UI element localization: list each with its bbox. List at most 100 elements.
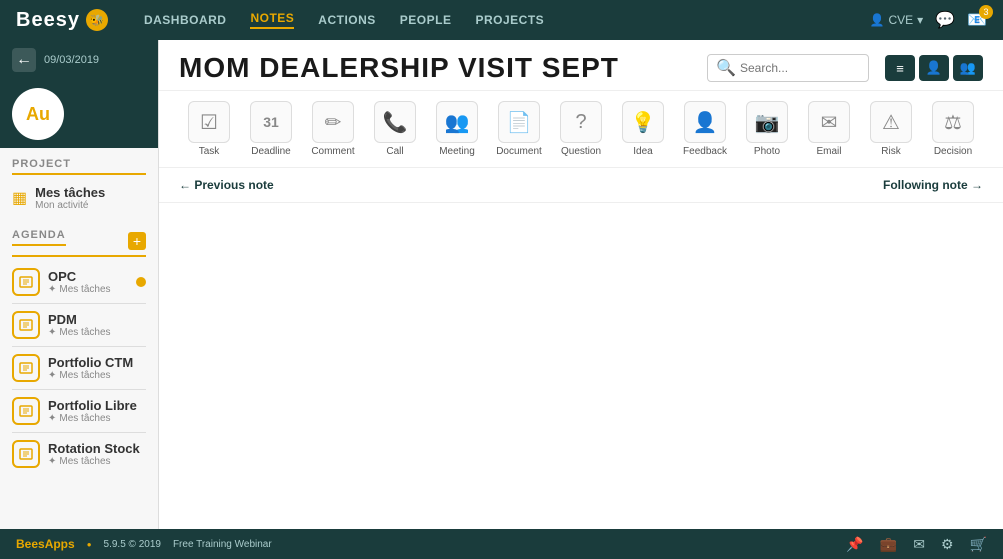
agenda-item-sub: ✦Mes tâches (48, 284, 136, 295)
tool-question[interactable]: ? Question (551, 97, 611, 161)
tool-label-decision: Decision (934, 146, 972, 157)
agenda-item-sub: ✦Mes tâches (48, 327, 146, 338)
briefcase-icon[interactable]: 💼 (880, 536, 897, 553)
tools-list: ☑ Task 31 Deadline ✏ Comment 📞 Call 👥 Me… (179, 97, 983, 161)
tool-icon-document: 📄 (498, 101, 540, 143)
sidebar: ← 09/03/2019 Au PROJECT ▦ Mes tâches Mon… (0, 40, 159, 529)
agenda-list-item[interactable]: Portfolio Libre ✦Mes tâches (12, 392, 146, 430)
project-sub: Mon activité (35, 200, 105, 211)
cart-icon[interactable]: 🛒 (970, 536, 987, 553)
prev-note-button[interactable]: ← Previous note (179, 178, 274, 192)
tool-decision[interactable]: ⚖ Decision (923, 97, 983, 161)
agenda-item-name: PDM (48, 312, 146, 327)
content-area: MOM DEALERSHIP VISIT SEPT 🔍 ≡ 👤 👥 ☑ (159, 40, 1003, 529)
tool-label-risk: Risk (881, 146, 900, 157)
project-name: Mes tâches (35, 185, 105, 200)
agenda-list-item[interactable]: Rotation Stock ✦Mes tâches (12, 435, 146, 473)
bottom-dot: ● (87, 540, 92, 549)
tool-label-idea: Idea (633, 146, 652, 157)
project-section: PROJECT ▦ Mes tâches Mon activité (0, 148, 158, 221)
user-icon: 👤 (869, 13, 884, 27)
agenda-list-item[interactable]: OPC ✦Mes tâches (12, 263, 146, 301)
agenda-header: AGENDA + (12, 229, 146, 257)
nav-dashboard[interactable]: DASHBOARD (144, 13, 227, 27)
grid-view-button[interactable]: 👥 (953, 55, 983, 81)
pin-icon[interactable]: 📌 (846, 536, 863, 553)
tool-email[interactable]: ✉ Email (799, 97, 859, 161)
tool-risk[interactable]: ⚠ Risk (861, 97, 921, 161)
bottom-webinar: Free Training Webinar (173, 539, 272, 550)
tool-label-task: Task (199, 146, 220, 157)
settings-icon[interactable]: ⚙ (941, 536, 954, 553)
tool-photo[interactable]: 📷 Photo (737, 97, 797, 161)
nav-actions[interactable]: ACTIONS (318, 13, 376, 27)
search-box: 🔍 (707, 54, 869, 82)
mail-icon[interactable]: ✉ (913, 536, 925, 553)
tool-icon-idea: 💡 (622, 101, 664, 143)
tool-task[interactable]: ☑ Task (179, 97, 239, 161)
tool-label-document: Document (496, 146, 542, 157)
chat-button[interactable]: 💬 (935, 10, 955, 30)
tool-icon-feedback: 👤 (684, 101, 726, 143)
agenda-add-button[interactable]: + (128, 232, 146, 250)
group-view-button[interactable]: 👤 (919, 55, 949, 81)
tool-label-email: Email (816, 146, 841, 157)
logo-icon: 🐝 (86, 9, 108, 31)
notifications-button[interactable]: 📧 3 (967, 10, 987, 30)
tool-icon-deadline: 31 (250, 101, 292, 143)
main-layout: ← 09/03/2019 Au PROJECT ▦ Mes tâches Mon… (0, 40, 1003, 529)
logo-text: Beesy (16, 9, 80, 32)
agenda-item-icon (12, 397, 40, 425)
search-icon: 🔍 (716, 58, 736, 78)
agenda-item-text: OPC ✦Mes tâches (48, 269, 136, 295)
agenda-item-text: Portfolio CTM ✦Mes tâches (48, 355, 146, 381)
agenda-item-icon (12, 311, 40, 339)
filter-view-button[interactable]: ≡ (885, 55, 915, 81)
chevron-down-icon: ▾ (917, 13, 923, 27)
tool-label-call: Call (386, 146, 403, 157)
tool-call[interactable]: 📞 Call (365, 97, 425, 161)
tool-comment[interactable]: ✏ Comment (303, 97, 363, 161)
logo-area: Beesy 🐝 (16, 9, 108, 32)
next-note-button[interactable]: Following note → (883, 178, 983, 192)
agenda-item-name: Portfolio Libre (48, 398, 146, 413)
tool-document[interactable]: 📄 Document (489, 97, 549, 161)
agenda-section: AGENDA + OPC ✦Mes tâches (0, 221, 158, 529)
agenda-divider (12, 303, 146, 304)
tool-label-comment: Comment (311, 146, 354, 157)
agenda-section-title: AGENDA (12, 229, 66, 246)
tool-idea[interactable]: 💡 Idea (613, 97, 673, 161)
tool-label-meeting: Meeting (439, 146, 475, 157)
agenda-divider (12, 432, 146, 433)
agenda-item-sub: ✦Mes tâches (48, 413, 146, 424)
tool-icon-call: 📞 (374, 101, 416, 143)
view-buttons: ≡ 👤 👥 (885, 55, 983, 81)
tool-label-deadline: Deadline (251, 146, 290, 157)
note-title: MOM DEALERSHIP VISIT SEPT (179, 52, 619, 84)
nav-projects[interactable]: PROJECTS (475, 13, 544, 27)
back-button[interactable]: ← (12, 48, 36, 72)
note-tools-bar: ☑ Task 31 Deadline ✏ Comment 📞 Call 👥 Me… (159, 91, 1003, 168)
bottom-icons: 📌 💼 ✉ ⚙ 🛒 (846, 536, 987, 553)
bottom-logo: BeesApps (16, 537, 75, 551)
search-input[interactable] (740, 61, 860, 75)
project-item[interactable]: ▦ Mes tâches Mon activité (12, 181, 146, 215)
nav-right: 👤 CVE ▾ 💬 📧 3 (869, 10, 987, 30)
agenda-item-name: Portfolio CTM (48, 355, 146, 370)
agenda-item-icon (12, 354, 40, 382)
nav-notes[interactable]: NOTES (250, 11, 294, 29)
user-menu[interactable]: 👤 CVE ▾ (869, 13, 923, 27)
tool-label-photo: Photo (754, 146, 780, 157)
tool-feedback[interactable]: 👤 Feedback (675, 97, 735, 161)
avatar-area: Au (0, 80, 158, 148)
user-name: CVE (888, 13, 913, 27)
tool-icon-task: ☑ (188, 101, 230, 143)
agenda-divider (12, 389, 146, 390)
agenda-item-name: Rotation Stock (48, 441, 146, 456)
nav-people[interactable]: PEOPLE (400, 13, 452, 27)
tool-meeting[interactable]: 👥 Meeting (427, 97, 487, 161)
project-icon: ▦ (12, 188, 27, 208)
agenda-list-item[interactable]: Portfolio CTM ✦Mes tâches (12, 349, 146, 387)
tool-deadline[interactable]: 31 Deadline (241, 97, 301, 161)
agenda-list-item[interactable]: PDM ✦Mes tâches (12, 306, 146, 344)
